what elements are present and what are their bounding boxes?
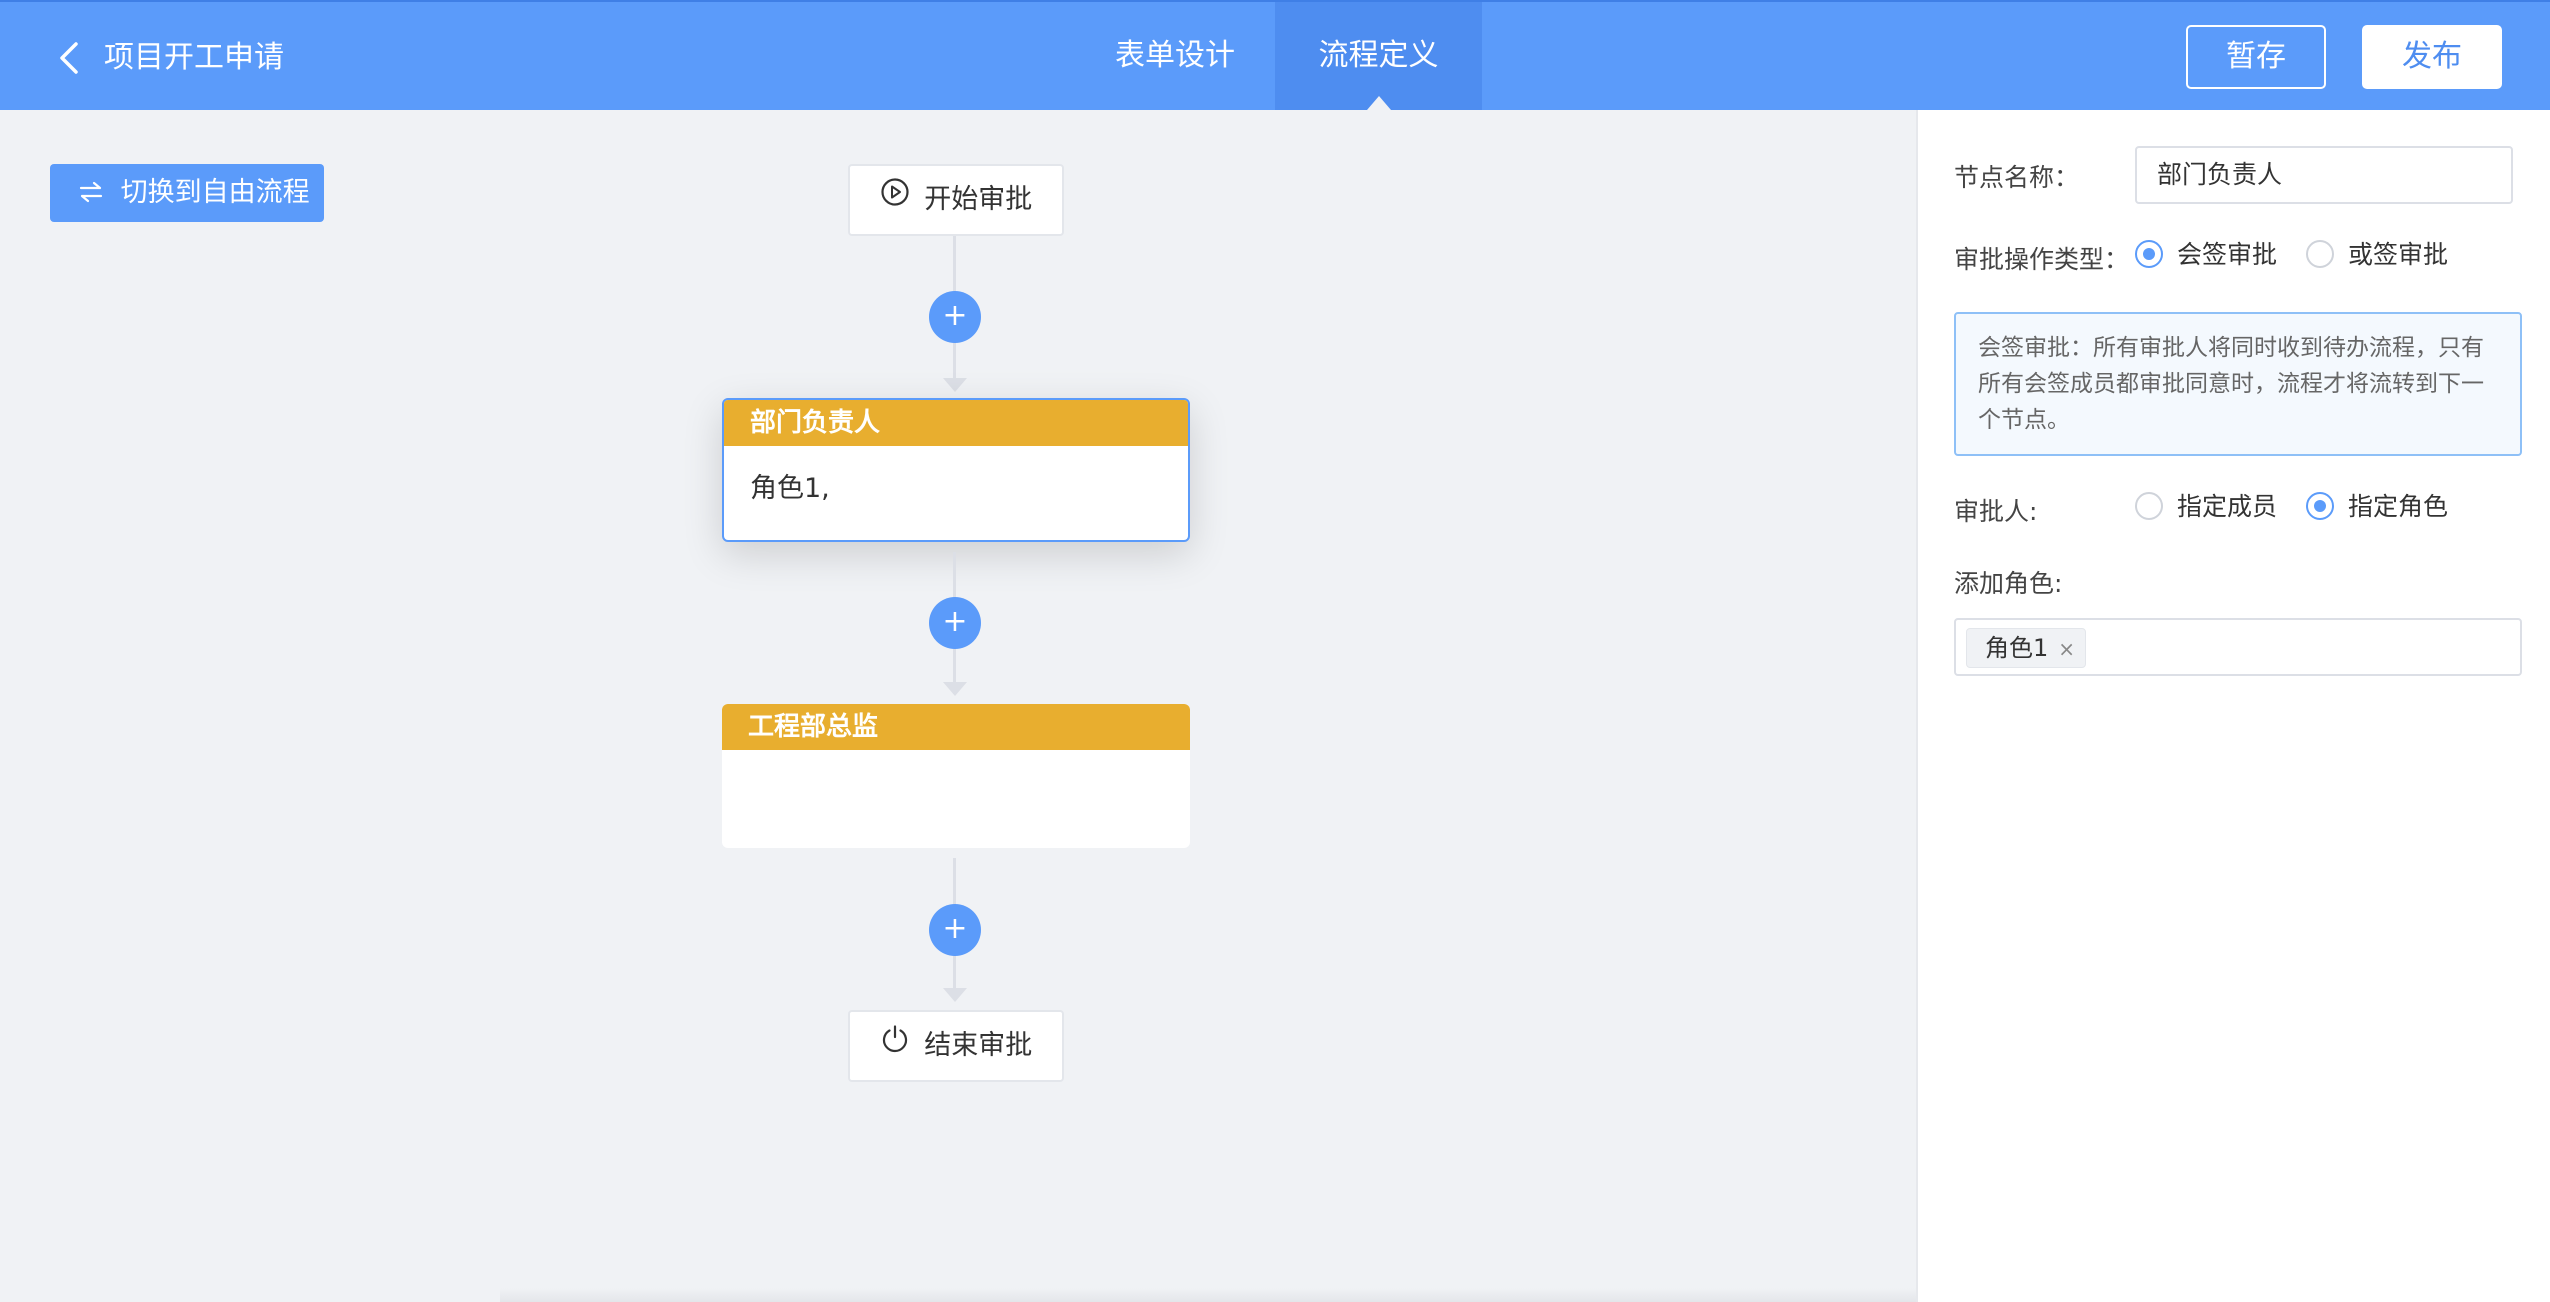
approval-type-description: 会签审批：所有审批人将同时收到待办流程，只有所有会签成员都审批同意时，流程才将流… [1954, 312, 2522, 456]
switch-free-flow-button[interactable]: 切换到自由流程 [50, 164, 324, 222]
publish-button[interactable]: 发布 [2362, 25, 2502, 89]
start-node-label: 开始审批 [924, 184, 1033, 215]
canvas-bottom-shadow [500, 1288, 2050, 1302]
radio-countersign-label: 会签审批 [2177, 240, 2278, 269]
approval-node-roles: 角色1, [750, 473, 830, 504]
role-tag: 角色1 × [1966, 628, 2087, 668]
approval-node-title: 部门负责人 [724, 400, 1188, 446]
flow-arrow [943, 682, 967, 696]
tab-flow-definition[interactable]: 流程定义 [1275, 2, 1482, 110]
node-name-label: 节点名称： [1954, 163, 2080, 192]
radio-dot-checked [2306, 492, 2334, 520]
role-tag-label: 角色1 [1985, 634, 2049, 662]
remove-role-icon[interactable]: × [2058, 630, 2075, 668]
radio-specified-role[interactable]: 指定角色 [2306, 492, 2448, 522]
flow-arrow [943, 378, 967, 392]
radio-specified-role-label: 指定角色 [2348, 492, 2449, 521]
tab-form-design[interactable]: 表单设计 [1080, 2, 1270, 110]
approval-node-engineering-director[interactable]: 工程部总监 [722, 704, 1190, 848]
approval-node-dept-head[interactable]: 部门负责人 角色1, [722, 398, 1190, 542]
radio-dot [2306, 240, 2334, 268]
radio-dot [2135, 492, 2163, 520]
switch-free-flow-label: 切换到自由流程 [120, 177, 310, 208]
radio-dot-checked [2135, 240, 2163, 268]
approval-node-roles [722, 750, 1190, 790]
radio-specified-member[interactable]: 指定成员 [2135, 492, 2277, 522]
add-node-button[interactable]: + [929, 597, 981, 649]
radio-or-sign[interactable]: 或签审批 [2306, 240, 2448, 270]
power-icon [880, 1011, 910, 1079]
approver-label: 审批人: [1954, 497, 2038, 526]
play-circle-icon [880, 165, 910, 233]
end-node[interactable]: 结束审批 [848, 1010, 1064, 1082]
page-title: 项目开工申请 [104, 40, 284, 75]
add-node-button[interactable]: + [929, 291, 981, 343]
add-role-label: 添加角色: [1954, 569, 2063, 598]
approval-node-title: 工程部总监 [722, 704, 1190, 750]
radio-countersign[interactable]: 会签审批 [2135, 240, 2277, 270]
save-draft-button[interactable]: 暂存 [2186, 25, 2326, 89]
flow-arrow [943, 988, 967, 1002]
top-bar: 项目开工申请 表单设计 流程定义 暂存 发布 [0, 0, 2550, 110]
role-select-input[interactable]: 角色1 × [1954, 618, 2522, 676]
end-node-label: 结束审批 [924, 1030, 1033, 1061]
start-node[interactable]: 开始审批 [848, 164, 1064, 236]
node-name-input[interactable]: 部门负责人 [2135, 146, 2513, 204]
radio-or-sign-label: 或签审批 [2348, 240, 2449, 269]
radio-specified-member-label: 指定成员 [2177, 492, 2278, 521]
add-node-button[interactable]: + [929, 904, 981, 956]
swap-icon [78, 164, 112, 222]
node-property-panel: 节点名称： 部门负责人 审批操作类型： 会签审批 或签审批 会签审批：所有审批人… [1916, 110, 2550, 1302]
approval-type-label: 审批操作类型： [1954, 245, 2130, 274]
back-icon[interactable] [52, 38, 88, 78]
